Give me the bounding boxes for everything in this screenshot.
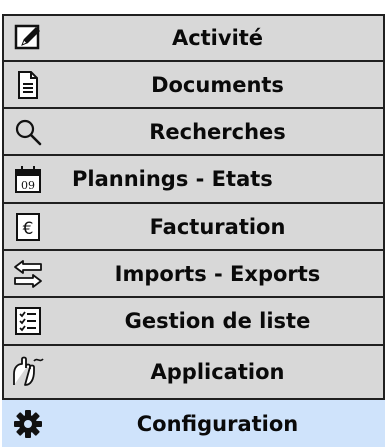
menu-item-label: Gestion de liste xyxy=(124,309,311,333)
pencil-icon xyxy=(4,16,52,60)
menu-item-gestion-de-liste[interactable]: Gestion de liste xyxy=(2,296,385,346)
menu-item-label: Imports - Exports xyxy=(114,261,321,286)
checklist-icon xyxy=(4,298,52,344)
menu-item-plannings-etats[interactable]: 09 Plannings - Etats xyxy=(2,154,385,204)
transfer-arrows-icon xyxy=(4,251,52,296)
menu-item-label: Configuration xyxy=(136,411,299,436)
cursor-hand-icon xyxy=(4,346,52,398)
svg-text:09: 09 xyxy=(21,179,35,192)
menu-item-label: Recherches xyxy=(149,119,286,144)
menu-item-label: Activité xyxy=(171,26,264,50)
menu-item-recherches[interactable]: Recherches xyxy=(2,107,385,156)
calendar-icon: 09 xyxy=(4,156,52,202)
gear-icon xyxy=(4,402,52,445)
menu-item-facturation[interactable]: € Facturation xyxy=(2,202,385,251)
menu-item-activite[interactable]: Activité xyxy=(2,14,385,62)
menu-item-label: Plannings - Etats xyxy=(72,167,273,191)
main-menu: Activité Documents Recherches 09 Plannin… xyxy=(2,0,385,447)
menu-item-label: Documents xyxy=(151,72,284,97)
magnifier-icon xyxy=(4,109,52,154)
menu-item-configuration[interactable]: Configuration xyxy=(2,400,385,447)
euro-icon: € xyxy=(4,204,52,249)
menu-item-label: Facturation xyxy=(149,214,286,239)
menu-item-label: Application xyxy=(150,360,285,384)
svg-text:€: € xyxy=(23,219,34,239)
document-icon xyxy=(4,62,52,107)
menu-item-documents[interactable]: Documents xyxy=(2,60,385,109)
menu-item-imports-exports[interactable]: Imports - Exports xyxy=(2,249,385,298)
menu-item-application[interactable]: Application xyxy=(2,344,385,400)
